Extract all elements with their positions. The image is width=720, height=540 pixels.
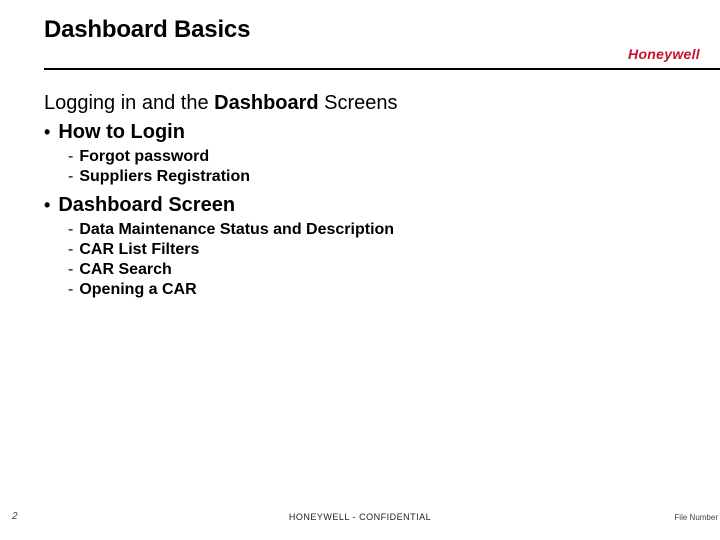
sub-label: Opening a CAR — [79, 281, 196, 299]
list-item: -CAR List Filters — [68, 241, 656, 259]
subhead-part3: Screens — [319, 92, 398, 114]
list-item: -Forgot password — [68, 148, 656, 166]
sub-label: Suppliers Registration — [79, 168, 250, 186]
bullet-icon: • — [44, 123, 50, 141]
brand-logo: Honeywell — [628, 46, 700, 62]
dash-icon: - — [68, 168, 73, 186]
bullet-list: • How to Login -Forgot password -Supplie… — [44, 121, 656, 299]
subhead-bold: Dashboard — [214, 92, 318, 114]
sub-label: Forgot password — [79, 148, 209, 166]
bullet-icon: • — [44, 196, 50, 214]
sub-label: Data Maintenance Status and Description — [79, 221, 394, 239]
list-item: • Dashboard Screen -Data Maintenance Sta… — [44, 194, 656, 299]
dash-icon: - — [68, 221, 73, 239]
list-item: -Suppliers Registration — [68, 168, 656, 186]
subhead-part1: Logging in and the — [44, 92, 214, 114]
title-row: Dashboard Basics — [44, 16, 696, 44]
bullet-label: How to Login — [58, 121, 185, 144]
dash-icon: - — [68, 148, 73, 166]
section-subheading: Logging in and the Dashboard Screens — [44, 92, 656, 115]
title-underline — [44, 68, 720, 70]
list-item: -Data Maintenance Status and Description — [68, 221, 656, 239]
list-item: -Opening a CAR — [68, 281, 656, 299]
dash-icon: - — [68, 281, 73, 299]
sub-label: CAR Search — [79, 261, 171, 279]
sub-list: -Forgot password -Suppliers Registration — [68, 148, 656, 186]
list-item: • How to Login -Forgot password -Supplie… — [44, 121, 656, 186]
bullet-line: • Dashboard Screen — [44, 194, 656, 217]
slide: Dashboard Basics Honeywell Logging in an… — [0, 0, 720, 540]
dash-icon: - — [68, 241, 73, 259]
bullet-line: • How to Login — [44, 121, 656, 144]
list-item: -CAR Search — [68, 261, 656, 279]
footer-confidential: HONEYWELL - CONFIDENTIAL — [0, 512, 720, 522]
slide-title: Dashboard Basics — [44, 16, 696, 44]
bullet-label: Dashboard Screen — [58, 194, 235, 217]
dash-icon: - — [68, 261, 73, 279]
content-area: Logging in and the Dashboard Screens • H… — [44, 92, 656, 307]
sub-label: CAR List Filters — [79, 241, 199, 259]
footer-file-number: File Number — [674, 513, 718, 522]
sub-list: -Data Maintenance Status and Description… — [68, 221, 656, 299]
